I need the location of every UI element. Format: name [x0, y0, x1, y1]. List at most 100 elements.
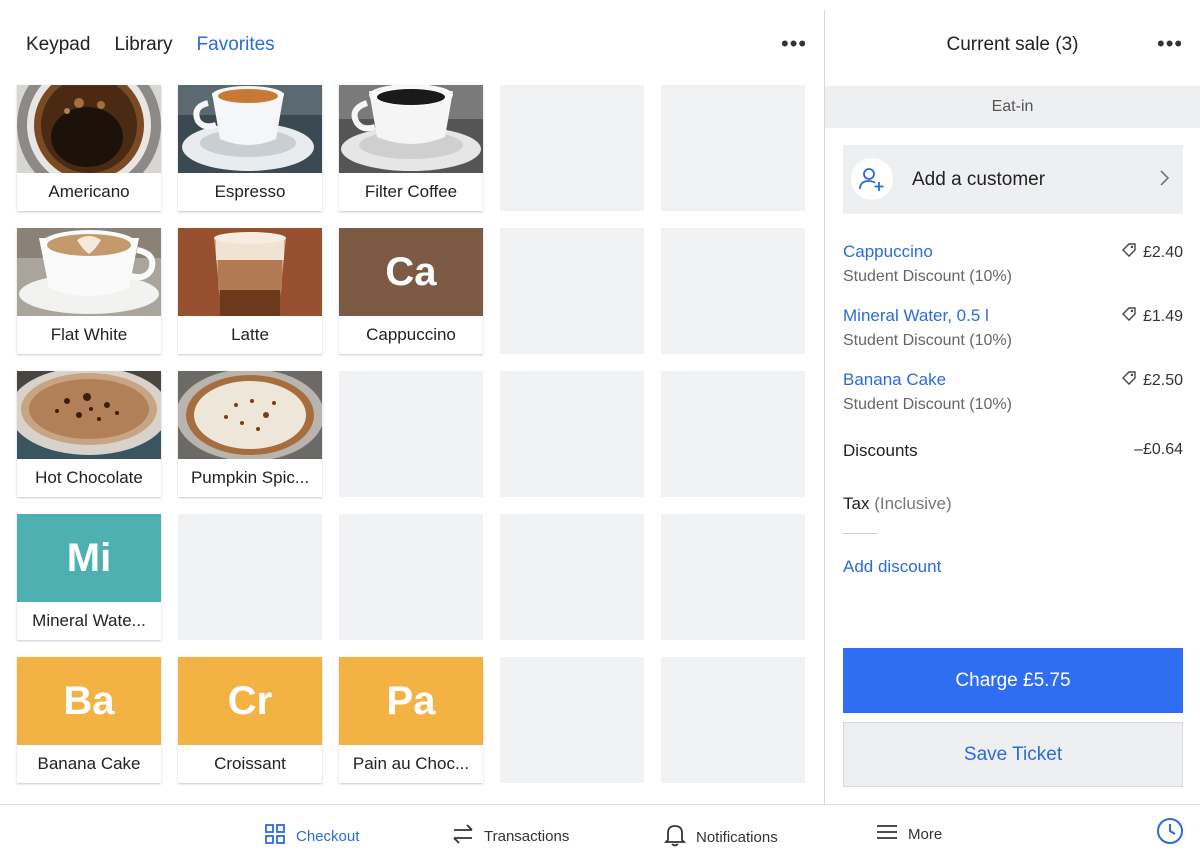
dining-option-selector[interactable]: Eat-in [825, 86, 1200, 128]
item-tile-cappuccino[interactable]: Ca Cappuccino [339, 228, 483, 354]
empty-tile[interactable] [339, 371, 483, 497]
sale-more-options-icon[interactable]: ••• [1157, 33, 1183, 55]
hamburger-icon [876, 823, 898, 845]
add-customer-label: Add a customer [912, 169, 1046, 190]
item-tile-croissant[interactable]: Cr Croissant [178, 657, 322, 783]
item-tile-label: Espresso [214, 182, 286, 201]
item-library-pane: Keypad Library Favorites ••• Americano E… [0, 0, 824, 804]
line-item-price-wrap: £2.40 [1121, 242, 1183, 263]
mineral-water-color-swatch: Mi [17, 514, 161, 602]
latte-photo [178, 228, 322, 316]
nav-notifications[interactable]: Notifications [663, 823, 778, 851]
line-item-price: £1.49 [1142, 307, 1183, 325]
tab-library[interactable]: Library [114, 34, 172, 56]
nav-label: More [908, 825, 943, 843]
empty-tile[interactable] [500, 514, 644, 640]
tax-note: (Inclusive) [874, 494, 952, 513]
croissant-color-swatch: Cr [178, 657, 322, 745]
cappuccino-color-swatch: Ca [339, 228, 483, 316]
pain-au-chocolat-color-swatch: Pa [339, 657, 483, 745]
tax-divider [843, 533, 877, 534]
sale-line-item[interactable]: Mineral Water, 0.5 l Student Discount (1… [843, 306, 1183, 350]
discounts-value: –£0.64 [1134, 441, 1183, 458]
sale-line-item[interactable]: Banana Cake Student Discount (10%) £2.50 [843, 370, 1183, 414]
line-item-price: £2.40 [1142, 243, 1183, 261]
charge-button[interactable]: Charge £5.75 [843, 648, 1183, 713]
line-item-price-wrap: £1.49 [1121, 306, 1183, 327]
item-tile-label: Latte [231, 325, 269, 344]
bottom-navigation: Checkout Transactions Notifications More [0, 804, 1200, 864]
item-tile-label: Filter Coffee [364, 182, 458, 201]
flat-white-photo [17, 228, 161, 316]
empty-tile[interactable] [500, 371, 644, 497]
item-tile-label: Croissant [214, 754, 286, 773]
clock-icon[interactable] [1156, 817, 1184, 850]
tax-label: Tax [843, 494, 870, 513]
banana-cake-color-swatch: Ba [17, 657, 161, 745]
discounts-row: Discounts –£0.64 [843, 441, 1183, 461]
arrows-icon [452, 823, 474, 849]
nav-more[interactable]: More [876, 823, 942, 845]
item-tile-label: Cappuccino [366, 325, 456, 344]
tag-icon [1121, 306, 1137, 327]
grid-icon [264, 823, 286, 849]
line-item-discount: Student Discount (10%) [843, 332, 1012, 349]
item-tile-label: Mineral Wate... [32, 611, 146, 630]
bell-icon [663, 823, 687, 851]
add-customer-button[interactable]: Add a customer [843, 145, 1183, 214]
empty-tile[interactable] [178, 514, 322, 640]
nav-checkout[interactable]: Checkout [264, 823, 359, 849]
item-tile-label: Americano [48, 182, 130, 201]
sale-line-item[interactable]: Cappuccino Student Discount (10%) £2.40 [843, 242, 1183, 286]
nav-label: Transactions [484, 827, 570, 845]
nav-label: Notifications [696, 828, 778, 846]
favorites-grid: Americano Espresso Filter Coffee Flat Wh… [17, 85, 805, 783]
item-tile-latte[interactable]: Latte [178, 228, 322, 354]
item-tile-pain-au-chocolat[interactable]: Pa Pain au Choc... [339, 657, 483, 783]
empty-tile[interactable] [339, 514, 483, 640]
empty-tile[interactable] [661, 657, 805, 783]
current-sale-pane: Current sale (3) ••• Eat-in Add a custom… [825, 0, 1200, 804]
item-tile-flat-white[interactable]: Flat White [17, 228, 161, 354]
item-tile-label: Banana Cake [37, 754, 141, 773]
empty-tile[interactable] [661, 85, 805, 211]
empty-tile[interactable] [500, 657, 644, 783]
discounts-label: Discounts [843, 441, 918, 460]
americano-photo [17, 85, 161, 173]
espresso-photo [178, 85, 322, 173]
save-ticket-button[interactable]: Save Ticket [843, 722, 1183, 787]
item-tile-filter-coffee[interactable]: Filter Coffee [339, 85, 483, 211]
item-tile-espresso[interactable]: Espresso [178, 85, 322, 211]
item-tile-label: Flat White [50, 325, 128, 344]
nav-label: Checkout [296, 827, 360, 845]
line-item-price: £2.50 [1142, 371, 1183, 389]
add-customer-icon [851, 158, 893, 200]
line-item-discount: Student Discount (10%) [843, 396, 1012, 413]
item-tile-mineral-water[interactable]: Mi Mineral Wate... [17, 514, 161, 640]
line-item-discount: Student Discount (10%) [843, 268, 1012, 285]
item-tile-label: Hot Chocolate [35, 468, 143, 487]
filter-coffee-photo [339, 85, 483, 173]
item-tile-label: Pumpkin Spic... [190, 468, 310, 487]
empty-tile[interactable] [661, 514, 805, 640]
add-discount-link[interactable]: Add discount [843, 557, 941, 577]
pumpkin-spice-photo [178, 371, 322, 459]
chevron-right-icon [1159, 168, 1171, 193]
item-tile-hot-chocolate[interactable]: Hot Chocolate [17, 371, 161, 497]
item-tile-americano[interactable]: Americano [17, 85, 161, 211]
library-more-options-icon[interactable]: ••• [781, 33, 807, 55]
empty-tile[interactable] [500, 228, 644, 354]
current-sale-title: Current sale (3) [946, 34, 1079, 55]
nav-transactions[interactable]: Transactions [452, 823, 569, 849]
library-tabs: Keypad Library Favorites [26, 34, 299, 56]
tab-keypad[interactable]: Keypad [26, 34, 90, 56]
tax-row: Tax (Inclusive) [843, 494, 1183, 514]
empty-tile[interactable] [661, 228, 805, 354]
empty-tile[interactable] [500, 85, 644, 211]
tag-icon [1121, 370, 1137, 391]
item-tile-pumpkin-spice[interactable]: Pumpkin Spic... [178, 371, 322, 497]
tab-favorites[interactable]: Favorites [197, 34, 275, 56]
item-tile-banana-cake[interactable]: Ba Banana Cake [17, 657, 161, 783]
line-item-price-wrap: £2.50 [1121, 370, 1183, 391]
empty-tile[interactable] [661, 371, 805, 497]
